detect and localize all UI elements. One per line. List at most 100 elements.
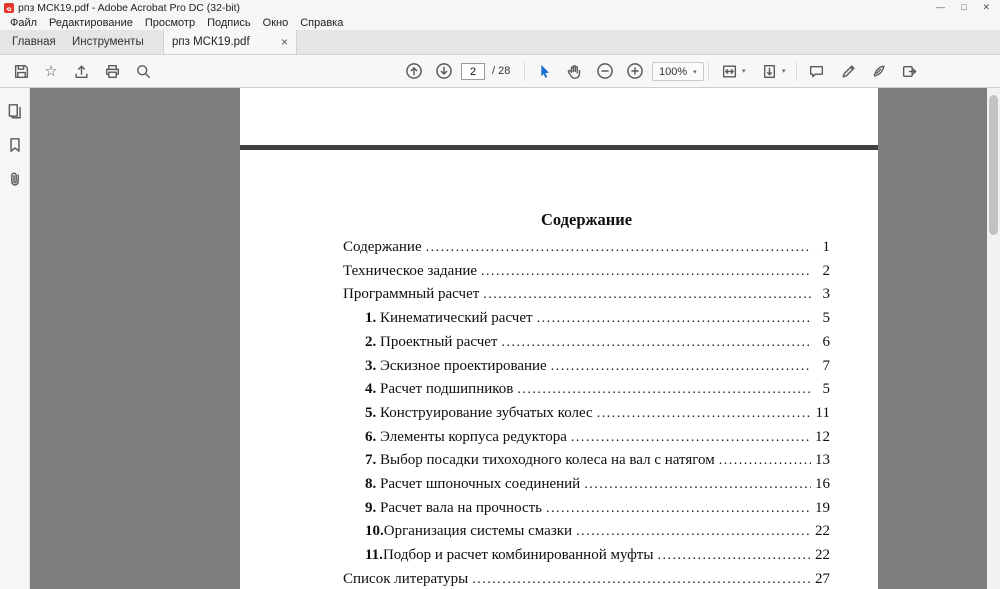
- select-tool-button[interactable]: [531, 59, 557, 83]
- toc-page-number: 1: [822, 239, 831, 255]
- toc-entry: 8. Расчет шпоночных соединений 16: [343, 473, 830, 497]
- chevron-down-icon[interactable]: ▾: [742, 67, 746, 75]
- page-thumbnails-button[interactable]: [2, 98, 28, 124]
- hand-tool-button[interactable]: [561, 59, 587, 83]
- bookmark-icon: [9, 138, 20, 152]
- save-button[interactable]: [8, 59, 34, 83]
- tab-tools[interactable]: Инструменты: [62, 30, 154, 54]
- tab-home[interactable]: Главная: [2, 30, 66, 54]
- print-button[interactable]: [99, 59, 125, 83]
- search-button[interactable]: [130, 59, 156, 83]
- dot-leader: [426, 236, 811, 260]
- dot-leader: [597, 402, 811, 426]
- scrollbar-thumb[interactable]: [989, 95, 998, 235]
- menu-sign[interactable]: Подпись: [201, 17, 257, 29]
- toc-entry: 11. Подбор и расчет комбинированной муфт…: [343, 544, 830, 568]
- toc-label: Кинематический расчет: [380, 310, 533, 327]
- dot-leader: [501, 331, 811, 355]
- fit-width-icon: [722, 64, 736, 78]
- search-icon: [136, 64, 150, 78]
- toolbar: ☆ / 28: [0, 55, 1000, 88]
- chevron-down-icon[interactable]: ▾: [782, 67, 786, 75]
- toc-page-number: 13: [815, 452, 830, 469]
- save-icon: [14, 64, 28, 78]
- title-bar: рпз МСК19.pdf - Adobe Acrobat Pro DC (32…: [0, 0, 1000, 15]
- menu-file[interactable]: Файл: [4, 17, 43, 29]
- share-button[interactable]: [68, 59, 94, 83]
- page-count-label: / 28: [492, 65, 511, 77]
- toc-entry: 9. Расчет вала на прочность 19: [343, 497, 830, 521]
- highlight-tool-button[interactable]: [835, 59, 861, 83]
- dot-leader: [546, 497, 811, 521]
- fit-width-button[interactable]: [716, 59, 742, 83]
- dot-leader: [657, 544, 811, 568]
- toc-page-number: 22: [815, 547, 830, 564]
- maximize-icon[interactable]: □: [961, 0, 966, 15]
- toc-page-number: 11: [815, 404, 830, 421]
- menu-window[interactable]: Окно: [257, 17, 295, 29]
- zoom-level-dropdown[interactable]: 100% ▾: [652, 62, 704, 81]
- upload-share-icon: [74, 65, 88, 78]
- page-number-input[interactable]: [461, 63, 485, 80]
- menu-help[interactable]: Справка: [294, 17, 349, 29]
- toc-label: Расчет шпоночных соединений: [380, 476, 581, 493]
- page-thumbnails-icon: [8, 104, 21, 119]
- dot-leader: [551, 355, 811, 379]
- acrobat-logo-icon: [4, 2, 14, 13]
- chevron-down-icon: ▾: [693, 68, 697, 76]
- dot-leader: [576, 520, 811, 544]
- attachments-button[interactable]: [2, 166, 28, 192]
- toolbar-separator: [524, 62, 525, 81]
- next-page-button[interactable]: [431, 59, 457, 83]
- toc-page-number: 7: [822, 357, 831, 374]
- zoom-level-value: 100%: [659, 65, 688, 78]
- close-icon[interactable]: ✕: [982, 0, 990, 15]
- tab-document-label: рпз МСК19.pdf: [172, 36, 250, 48]
- dot-leader: [517, 378, 811, 402]
- comment-tool-button[interactable]: [803, 59, 829, 83]
- bookmarks-button[interactable]: [2, 132, 28, 158]
- toc-label: Организация системы смазки: [383, 523, 573, 540]
- toc-entry: 7. Выбор посадки тихоходного колеса на в…: [343, 449, 830, 473]
- hand-icon: [567, 64, 580, 79]
- page-scrolling-button[interactable]: [756, 59, 782, 83]
- toc-label: Расчет вала на прочность: [380, 499, 543, 516]
- toc-number: 6.: [365, 428, 380, 445]
- toc-page-number: 2: [822, 262, 831, 279]
- toc-label: Выбор посадки тихоходного колеса на вал …: [380, 452, 715, 469]
- dot-leader: [719, 449, 811, 473]
- minimize-icon[interactable]: —: [936, 0, 945, 15]
- export-tool-button[interactable]: [896, 59, 922, 83]
- paperclip-icon: [10, 172, 19, 186]
- dot-leader: [472, 568, 811, 589]
- fountain-pen-icon: [873, 64, 885, 77]
- favorite-button[interactable]: ☆: [38, 59, 64, 83]
- previous-page-button[interactable]: [401, 59, 427, 83]
- menu-bar: Файл Редактирование Просмотр Подпись Окн…: [0, 15, 1000, 30]
- zoom-out-button[interactable]: [592, 59, 618, 83]
- toc-entry: Список литературы 27: [343, 568, 830, 589]
- toc-number: 8.: [365, 476, 380, 493]
- arrow-down-circle-icon: [436, 63, 452, 79]
- vertical-scrollbar[interactable]: [987, 88, 1000, 589]
- toc-number: 9.: [365, 499, 380, 516]
- toc-page-number: 5: [822, 381, 831, 398]
- tab-document[interactable]: рпз МСК19.pdf ×: [163, 30, 297, 54]
- toc-page-number: 3: [822, 286, 831, 303]
- fill-sign-tool-button[interactable]: [865, 59, 891, 83]
- window-title: рпз МСК19.pdf - Adobe Acrobat Pro DC (32…: [18, 1, 241, 14]
- toc-page-number: 6: [822, 333, 831, 350]
- zoom-in-button[interactable]: [622, 59, 648, 83]
- dot-leader: [481, 260, 811, 284]
- toc-entry: 10. Организация системы смазки 22: [343, 520, 830, 544]
- menu-edit[interactable]: Редактирование: [43, 17, 139, 29]
- dot-leader: [571, 426, 811, 450]
- printer-icon: [105, 64, 119, 78]
- tab-close-icon[interactable]: ×: [281, 36, 288, 48]
- toc-page-number: 22: [815, 523, 830, 540]
- menu-view[interactable]: Просмотр: [139, 17, 201, 29]
- toc-number: 4.: [365, 381, 380, 398]
- toc-label: Список литературы: [343, 570, 469, 587]
- toc-number: 7.: [365, 452, 380, 469]
- toc-label: Проектный расчет: [380, 333, 498, 350]
